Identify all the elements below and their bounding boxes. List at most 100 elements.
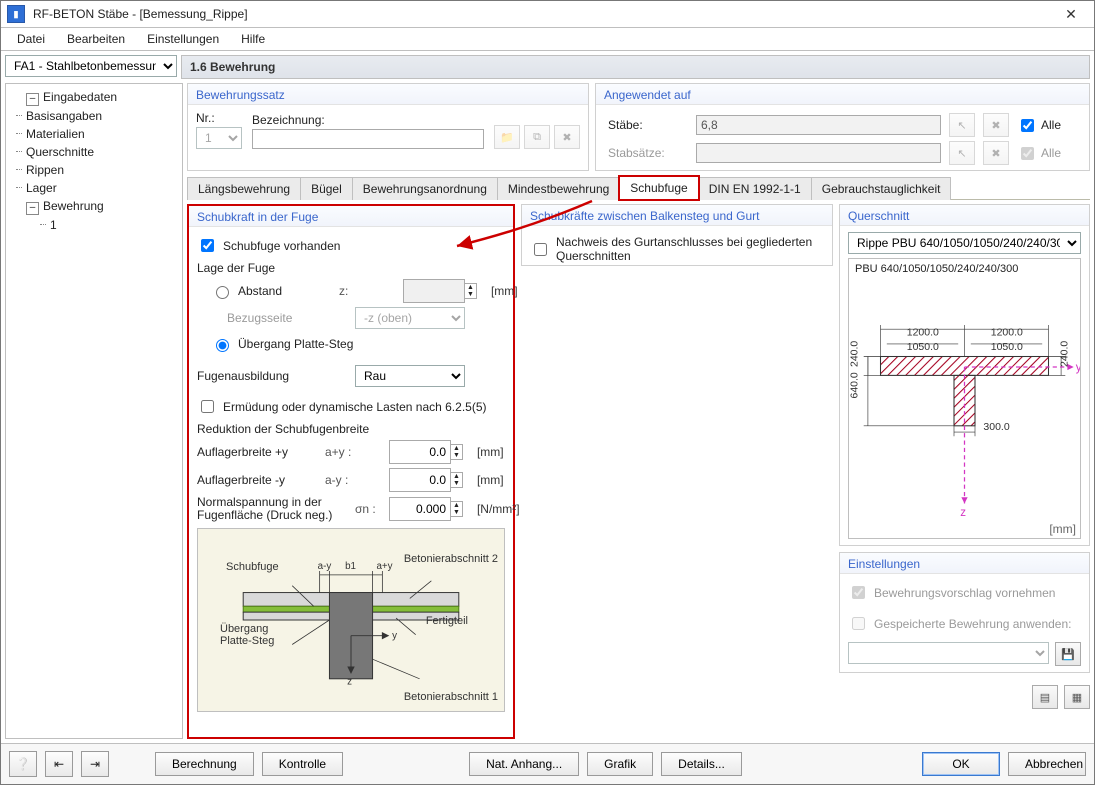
chk-nachweis-gurtanschluss[interactable]: Nachweis des Gurtanschlusses bei geglied… xyxy=(530,235,824,263)
nat-anhang-button[interactable]: Nat. Anhang... xyxy=(469,752,579,776)
svg-text:240.0: 240.0 xyxy=(1058,341,1070,367)
sigma-input[interactable] xyxy=(389,497,451,521)
folder-icon: 📁 xyxy=(500,131,514,144)
svg-text:y: y xyxy=(392,631,397,642)
save-bewehrung-button[interactable]: 💾 xyxy=(1055,642,1081,666)
radio-uebergang-platte-steg[interactable]: Übergang Platte-Steg xyxy=(211,336,353,352)
group-title: Schubkräfte zwischen Balkensteg und Gurt xyxy=(522,205,832,226)
radio-abstand[interactable]: Abstand xyxy=(211,283,331,299)
view-details-button[interactable]: ▦ xyxy=(1064,685,1090,709)
svg-text:a-y: a-y xyxy=(318,561,332,572)
bezeichnung-input[interactable] xyxy=(252,129,484,149)
aufY-unit: [mm] xyxy=(477,445,504,459)
delete-set-button[interactable]: ✖ xyxy=(554,125,580,149)
nav-tree[interactable]: –Eingabedaten Basisangaben Materialien Q… xyxy=(5,83,183,739)
svg-text:300.0: 300.0 xyxy=(983,421,1009,433)
menu-einstellungen[interactable]: Einstellungen xyxy=(137,30,229,48)
delete-icon: ✖ xyxy=(991,147,1000,160)
details-icon: ▦ xyxy=(1072,691,1082,704)
tree-materialien[interactable]: Materialien xyxy=(12,125,180,143)
svg-text:z: z xyxy=(347,677,352,688)
alle-staebe-checkbox[interactable]: Alle xyxy=(1017,116,1077,135)
tab-laengsbewehrung[interactable]: Längsbewehrung xyxy=(187,177,301,200)
loadcase-combo[interactable]: FA1 - Stahlbetonbemessung vo xyxy=(5,55,177,77)
menu-bearbeiten[interactable]: Bearbeiten xyxy=(57,30,135,48)
aufMy-unit: [mm] xyxy=(477,473,504,487)
tree-collapse-icon[interactable]: – xyxy=(26,93,39,106)
gespeicherte-bewehrung-combo xyxy=(848,642,1049,664)
group-schubkraft-fuge: Schubkraft in der Fuge Schubfuge vorhand… xyxy=(187,204,515,739)
svg-text:1200.0: 1200.0 xyxy=(907,327,939,339)
tree-bewehrung-1[interactable]: 1 xyxy=(36,216,180,234)
svg-text:1200.0: 1200.0 xyxy=(991,327,1023,339)
alle-stabsaetze-checkbox: Alle xyxy=(1017,144,1077,163)
sigma-unit: [N/mm²] xyxy=(477,502,520,516)
bezeichnung-label: Bezeichnung: xyxy=(252,113,484,127)
svg-text:b1: b1 xyxy=(345,561,356,572)
view-list-button[interactable]: ▤ xyxy=(1032,685,1058,709)
pick-stabsaetze-button: ↖ xyxy=(949,141,975,165)
clear-staebe-button[interactable]: ✖ xyxy=(983,113,1009,137)
new-set-button[interactable]: 📁 xyxy=(494,125,520,149)
tree-querschnitte[interactable]: Querschnitte xyxy=(12,143,180,161)
import-button[interactable]: ⇥ xyxy=(81,751,109,777)
menu-datei[interactable]: Datei xyxy=(7,30,55,48)
unit-mm: [mm] xyxy=(1049,522,1076,536)
svg-text:1050.0: 1050.0 xyxy=(907,341,939,353)
help-button[interactable]: ❔ xyxy=(9,751,37,777)
tree-rippen[interactable]: Rippen xyxy=(12,161,180,179)
aufMy-input[interactable] xyxy=(389,468,451,492)
kontrolle-button[interactable]: Kontrolle xyxy=(262,752,343,776)
svg-text:y: y xyxy=(1076,362,1080,374)
ok-button[interactable]: OK xyxy=(922,752,1000,776)
import-icon: ⇥ xyxy=(90,757,100,771)
aufMy-sym: a-y : xyxy=(325,473,381,487)
chk-schubfuge-vorhanden[interactable]: Schubfuge vorhanden xyxy=(197,236,505,255)
tab-bewehrungsanordnung[interactable]: Bewehrungsanordnung xyxy=(352,177,498,200)
pick-icon: ↖ xyxy=(957,119,966,132)
dia-lbl-schubfuge: Schubfuge xyxy=(226,561,279,573)
staebe-input[interactable] xyxy=(696,115,941,135)
svg-text:640.0: 640.0 xyxy=(849,372,860,398)
tab-gebrauchstauglichkeit[interactable]: Gebrauchstauglichkeit xyxy=(811,177,952,200)
berechnung-button[interactable]: Berechnung xyxy=(155,752,254,776)
tab-din-en-1992-1-1[interactable]: DIN EN 1992-1-1 xyxy=(698,177,812,200)
z-input xyxy=(403,279,465,303)
hdr-reduktion: Reduktion der Schubfugenbreite xyxy=(197,422,505,436)
tab-mindestbewehrung[interactable]: Mindestbewehrung xyxy=(497,177,620,200)
cross-section-preview: PBU 640/1050/1050/240/240/300 xyxy=(848,258,1081,539)
nr-combo[interactable]: 1 xyxy=(196,127,242,149)
grafik-button[interactable]: Grafik xyxy=(587,752,653,776)
group-title: Angewendet auf xyxy=(596,84,1089,105)
details-button[interactable]: Details... xyxy=(661,752,742,776)
copy-set-button[interactable]: ⧉ xyxy=(524,125,550,149)
tab-schubfuge[interactable]: Schubfuge xyxy=(619,176,698,200)
tree-basisangaben[interactable]: Basisangaben xyxy=(12,107,180,125)
export-button[interactable]: ⇤ xyxy=(45,751,73,777)
querschnitt-combo[interactable]: Rippe PBU 640/1050/1050/240/240/300 xyxy=(848,232,1081,254)
nr-label: Nr.: xyxy=(196,111,242,125)
aufY-input[interactable] xyxy=(389,440,451,464)
tree-collapse-icon[interactable]: – xyxy=(26,202,39,215)
abbrechen-button[interactable]: Abbrechen xyxy=(1008,752,1086,776)
sigma-label: Normalspannung in der Fugenfläche (Druck… xyxy=(197,496,347,522)
menu-hilfe[interactable]: Hilfe xyxy=(231,30,275,48)
help-icon: ❔ xyxy=(16,757,31,771)
tree-eingabedaten[interactable]: –Eingabedaten xyxy=(12,88,180,107)
page-title: 1.6 Bewehrung xyxy=(181,55,1090,79)
tree-lager[interactable]: Lager xyxy=(12,179,180,197)
menu-bar: Datei Bearbeiten Einstellungen Hilfe xyxy=(1,28,1094,51)
bezugsseite-combo: -z (oben) xyxy=(355,307,465,329)
chk-ermuedung[interactable]: Ermüdung oder dynamische Lasten nach 6.2… xyxy=(197,397,505,416)
aufMy-label: Auflagerbreite -y xyxy=(197,473,317,487)
tab-buegel[interactable]: Bügel xyxy=(300,177,353,200)
fugenausbildung-combo[interactable]: Rau xyxy=(355,365,465,387)
tree-bewehrung[interactable]: –Bewehrung xyxy=(12,197,180,216)
dia-lbl-bet1: Betonierabschnitt 1 xyxy=(404,691,498,703)
pick-staebe-button[interactable]: ↖ xyxy=(949,113,975,137)
svg-text:1050.0: 1050.0 xyxy=(991,341,1023,353)
pick-icon: ↖ xyxy=(957,147,966,160)
window-close-button[interactable]: ✕ xyxy=(1054,4,1088,24)
group-title: Bewehrungssatz xyxy=(188,84,588,105)
copy-icon: ⧉ xyxy=(533,131,541,144)
